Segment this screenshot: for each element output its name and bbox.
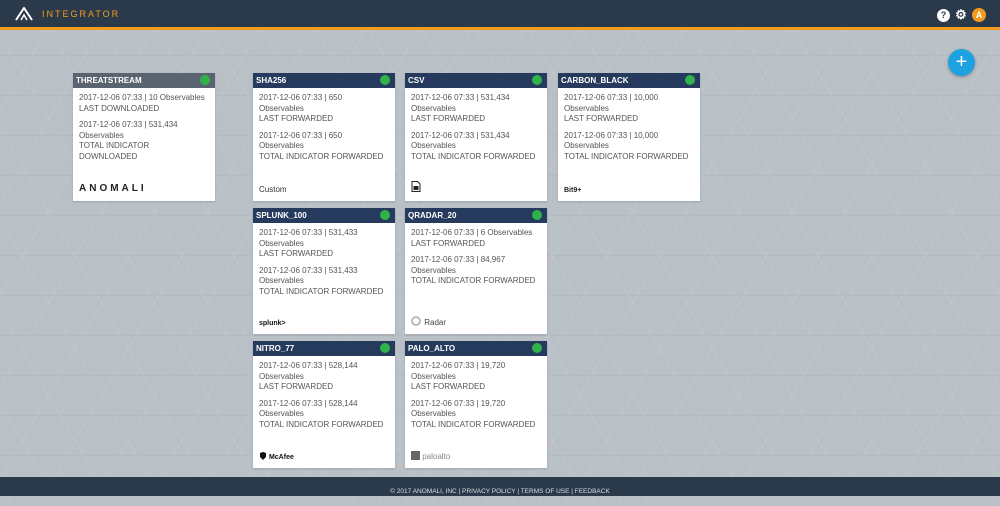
stat-value: 2017-12-06 07:33 | 6 Observables [411,228,533,237]
stat-value: 2017-12-06 07:33 | 531,434 Observables [411,130,510,151]
footer-text: © 2017 ANOMALI, INC | PRIVACY POLICY | T… [390,488,610,495]
vendor-logo: Radar [411,316,446,327]
stat-label: LAST DOWNLOADED [79,103,160,113]
vendor-logo: paloalto [411,451,450,461]
stat-label: LAST FORWARDED [411,382,486,391]
card-body: 2017-12-06 07:33 | 650 Observables LAST … [253,88,395,162]
status-indicator-icon [532,210,542,220]
top-bar: INTEGRATOR ? ⚙ A [0,0,1000,30]
stat-value: 2017-12-06 07:33 | 84,967 Observables [411,255,506,275]
gear-icon[interactable]: ⚙ [954,7,968,22]
integration-card-splunk[interactable]: SPLUNK_100 2017-12-06 07:33 | 531,433 Ob… [253,208,395,334]
stat-value: 2017-12-06 07:33 | 10,000 Observables [564,130,659,151]
logo-icon[interactable] [15,7,33,21]
stat-label: TOTAL INDICATOR FORWARDED [411,419,536,429]
status-indicator-icon [532,75,542,85]
stat-value: 2017-12-06 07:33 | 528,144 Observables [259,361,358,381]
status-indicator-icon [380,210,390,220]
stat-label: TOTAL INDICATOR FORWARDED [411,151,536,161]
help-icon[interactable]: ? [937,8,950,22]
status-indicator-icon [380,75,390,85]
card-body: 2017-12-06 07:33 | 531,434 Observables L… [405,88,547,162]
add-integration-button[interactable]: + [948,49,975,76]
card-title: CARBON_BLACK [561,76,629,85]
vendor-name: Radar [424,318,447,327]
app-title: INTEGRATOR [42,9,121,19]
card-header: NITRO_77 [253,341,395,356]
stat-value: 2017-12-06 07:33 | 10 Observables [79,93,205,102]
card-title: SPLUNK_100 [256,211,307,220]
card-title: CSV [408,76,425,85]
stat-value: 2017-12-06 07:33 | 531,434 Observables [79,120,178,140]
stat-label: TOTAL INDICATOR FORWARDED [411,276,536,285]
stat-label: LAST FORWARDED [564,114,639,123]
integration-card-palo-alto[interactable]: PALO_ALTO 2017-12-06 07:33 | 19,720 Obse… [405,341,547,468]
card-body: 2017-12-06 07:33 | 10,000 Observables LA… [558,88,700,162]
card-title: PALO_ALTO [408,344,456,353]
integration-card-threatstream[interactable]: THREATSTREAM 2017-12-06 07:33 | 10 Obser… [73,73,215,201]
radar-icon [411,316,421,326]
stat-label: TOTAL INDICATOR FORWARDED [259,419,384,429]
stat-value: 2017-12-06 07:33 | 10,000 Observables [564,93,659,113]
vendor-name: paloalto [422,452,451,461]
card-header: QRADAR_20 [405,208,547,223]
vendor-name: McAfee [268,454,294,461]
stat-label: LAST FORWARDED [259,382,334,391]
file-icon [411,181,421,194]
stat-label: TOTAL INDICATOR FORWARDED [259,286,384,296]
stat-label: LAST FORWARDED [259,249,334,258]
status-indicator-icon [685,75,695,85]
card-body: 2017-12-06 07:33 | 528,144 Observables L… [253,356,395,430]
card-header: CSV [405,73,547,88]
stat-value: 2017-12-06 07:33 | 528,144 Observables [259,398,358,419]
card-header: SPLUNK_100 [253,208,395,223]
card-body: 2017-12-06 07:33 | 19,720 Observables LA… [405,356,547,430]
status-indicator-icon [380,343,390,353]
card-body: 2017-12-06 07:33 | 10 Observables LAST D… [73,88,215,162]
top-icons: ? ⚙ A [937,7,986,23]
card-body: 2017-12-06 07:33 | 6 Observables LAST FO… [405,223,547,287]
stat-label: LAST FORWARDED [259,114,334,123]
integration-card-nitro[interactable]: NITRO_77 2017-12-06 07:33 | 528,144 Obse… [253,341,395,468]
user-avatar[interactable]: A [972,8,986,22]
vendor-label: Custom [259,185,287,194]
stat-value: 2017-12-06 07:33 | 19,720 Observables [411,361,506,381]
card-header: THREATSTREAM [73,73,215,88]
integration-card-carbon-black[interactable]: CARBON_BLACK 2017-12-06 07:33 | 10,000 O… [558,73,700,201]
card-title: THREATSTREAM [76,76,142,85]
card-title: SHA256 [256,76,287,85]
footer: © 2017 ANOMALI, INC | PRIVACY POLICY | T… [0,477,1000,496]
status-indicator-icon [532,343,542,353]
vendor-logo: Bit9+ [564,187,582,194]
stat-label: TOTAL INDICATOR DOWNLOADED [79,141,150,161]
integration-card-csv[interactable]: CSV 2017-12-06 07:33 | 531,434 Observabl… [405,73,547,201]
status-indicator-icon [200,75,210,85]
integration-card-sha256[interactable]: SHA256 2017-12-06 07:33 | 650 Observable… [253,73,395,201]
vendor-logo: ANOMALI [79,183,147,194]
card-header: PALO_ALTO [405,341,547,356]
stat-label: TOTAL INDICATOR FORWARDED [564,151,689,161]
stat-value: 2017-12-06 07:33 | 531,433 Observables [259,228,358,248]
stat-value: 2017-12-06 07:33 | 650 Observables [259,93,343,113]
card-title: QRADAR_20 [408,211,457,220]
stat-value: 2017-12-06 07:33 | 19,720 Observables [411,398,506,419]
stat-value: 2017-12-06 07:33 | 650 Observables [259,130,343,151]
stat-value: 2017-12-06 07:33 | 531,433 Observables [259,265,358,286]
card-title: NITRO_77 [256,344,295,353]
integration-card-qradar[interactable]: QRADAR_20 2017-12-06 07:33 | 6 Observabl… [405,208,547,334]
vendor-logo: splunk> [259,320,286,327]
stat-label: TOTAL INDICATOR FORWARDED [259,151,384,161]
card-header: CARBON_BLACK [558,73,700,88]
stat-label: LAST FORWARDED [411,114,486,123]
shield-icon [260,452,266,460]
vendor-logo: McAfee [259,452,294,461]
paloalto-icon [411,451,420,460]
card-header: SHA256 [253,73,395,88]
stat-label: LAST FORWARDED [411,238,486,248]
stat-value: 2017-12-06 07:33 | 531,434 Observables [411,93,510,113]
card-body: 2017-12-06 07:33 | 531,433 Observables L… [253,223,395,297]
